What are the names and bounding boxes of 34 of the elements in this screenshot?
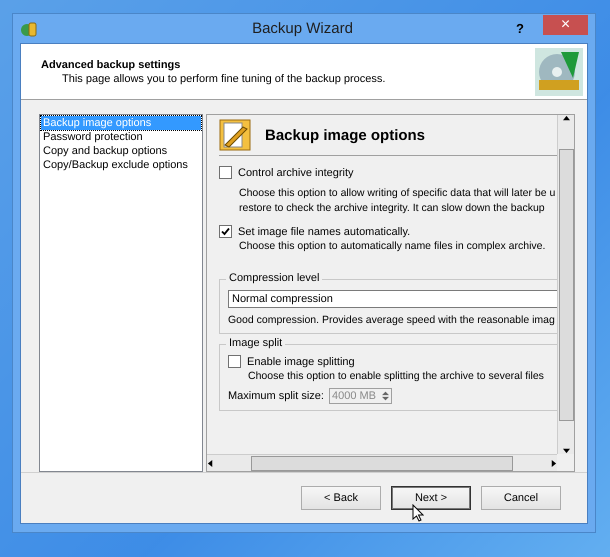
checkbox[interactable] <box>219 225 232 238</box>
field-label: Maximum split size: <box>228 390 324 402</box>
list-item[interactable]: Password protection <box>41 130 201 144</box>
group-legend: Compression level <box>226 272 322 284</box>
option-description: restore to check the archive integrity. It can slow down the backup <box>238 201 546 215</box>
checkbox[interactable] <box>219 166 232 179</box>
scroll-right-icon[interactable] <box>550 460 557 466</box>
vertical-scrollbar[interactable] <box>557 115 574 454</box>
help-button[interactable]: ? <box>507 18 533 38</box>
scroll-down-icon[interactable] <box>562 447 570 454</box>
list-item[interactable]: Copy/Backup exclude options <box>41 158 201 172</box>
option-description: Choose this option to automatically name files in complex archive. <box>238 239 546 253</box>
app-icon <box>20 20 38 38</box>
compression-dropdown[interactable]: Normal compression <box>228 290 557 308</box>
page-subtitle: This page allows you to perform fine tuning of the backup process. <box>61 72 386 84</box>
panel-title: Backup image options <box>265 126 426 144</box>
compression-description: Good compression. Provides average speed with the reasonable imag <box>228 313 556 327</box>
checkbox-label: Control archive integrity <box>238 166 354 178</box>
checkbox-label: Enable image splitting <box>247 356 355 368</box>
option-description: Choose this option to enable splitting the archive to several files <box>247 369 545 383</box>
horizontal-scrollbar[interactable] <box>207 454 557 471</box>
option-description: Choose this option to allow writing of specific data that will later be u <box>238 186 556 200</box>
close-button[interactable]: × <box>543 14 588 34</box>
group-legend: Image split <box>226 337 286 349</box>
checkbox-label: Set image file names automatically. <box>238 226 410 238</box>
wizard-button[interactable]: < Back <box>301 486 381 510</box>
list-item[interactable]: Copy and backup options <box>41 144 201 158</box>
disc-drawing <box>535 48 583 96</box>
scroll-up-icon[interactable] <box>562 115 570 122</box>
wizard-button[interactable]: Cancel <box>481 486 561 510</box>
pointer-icon <box>412 504 424 522</box>
window-title: Backup Wizard <box>251 20 354 37</box>
page-title: Advanced backup settings <box>41 58 182 70</box>
scroll-left-icon[interactable] <box>207 460 214 466</box>
